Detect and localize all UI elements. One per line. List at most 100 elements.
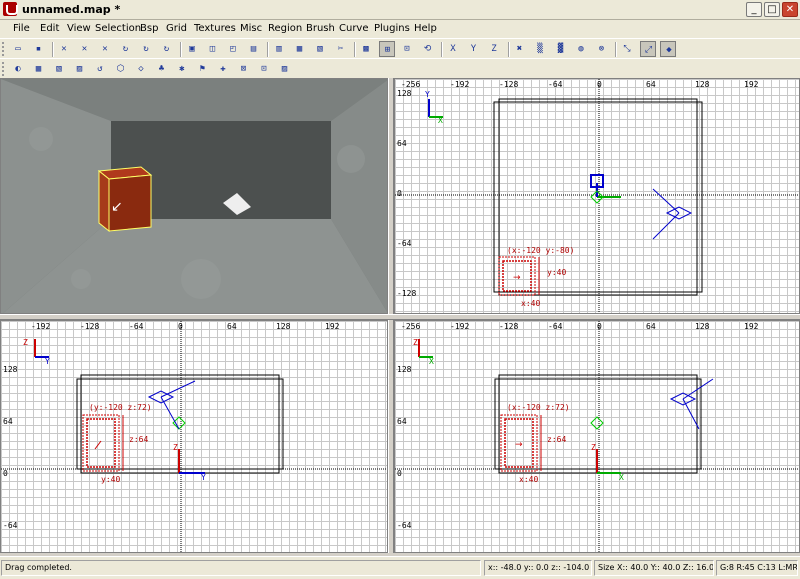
camera-render[interactable]: ↙ xyxy=(1,79,388,314)
close-button[interactable]: ✕ xyxy=(782,2,798,17)
open-button[interactable]: ▭ xyxy=(10,41,26,57)
patch-invert-button[interactable]: ↺ xyxy=(92,61,108,77)
rotate-z-button[interactable]: ↻ xyxy=(159,41,175,57)
select-touching-button[interactable]: ◫ xyxy=(205,41,221,57)
selection-width-label: x:40 xyxy=(521,299,541,308)
title-bar: unnamed.map * _ □ ✕ xyxy=(0,0,800,20)
menu-selection[interactable]: Selection xyxy=(95,23,141,34)
status-grid: G:8 R:45 C:13 L:MR xyxy=(716,560,798,576)
status-message: Drag completed. xyxy=(1,560,481,576)
menu-file[interactable]: File xyxy=(13,23,30,34)
toolbar-grip[interactable] xyxy=(2,62,6,76)
lock-icon: ⊗ xyxy=(598,44,605,54)
patch-button[interactable]: ◍ xyxy=(573,41,589,57)
menu-bsp[interactable]: Bsp xyxy=(140,23,158,34)
flip-x-button[interactable]: ✕ xyxy=(56,41,72,57)
minimize-button[interactable]: _ xyxy=(746,2,762,17)
xz-ortho-view[interactable]: -256 -192 -128 -64 0 64 128 192 128 64 0 -64 → Z X … xyxy=(394,320,800,553)
menu-brush[interactable]: Brush xyxy=(306,23,335,34)
patch-thicken-button[interactable]: ▧ xyxy=(51,61,67,77)
main-toolbar: ▭ ▪ ✕ ✕ ✕ ↻ ↻ ↻ ▣ ◫ ◰ ▤ ▥ ▦ ▧ ✂ ▩ ⊞ ⊡ ⟲ X Y Z ✖ ▒ ▓ ◍ ⊗ ⤡ ⤢ ◆ xyxy=(0,38,800,59)
toggle-button[interactable]: ▨ xyxy=(277,61,293,77)
menu-misc[interactable]: Misc xyxy=(240,23,262,34)
select-touching-icon: ◫ xyxy=(209,44,216,54)
selection-width-label: y:40 xyxy=(101,475,121,484)
svg-text:→: → xyxy=(515,440,523,450)
free-rotate-button[interactable]: ⤡ xyxy=(619,41,635,57)
view-xz-button[interactable]: Y xyxy=(466,41,482,57)
axis-label-vertical: Y xyxy=(425,90,430,99)
clipper-button[interactable]: ✂ xyxy=(333,41,349,57)
csg-merge-button[interactable]: ▦ xyxy=(292,41,308,57)
region-button[interactable]: ▓ xyxy=(553,41,569,57)
patch-cap-button[interactable]: ▦ xyxy=(31,61,47,77)
menu-curve[interactable]: Curve xyxy=(339,23,369,34)
csg-subtract-icon: ▥ xyxy=(276,44,282,54)
toolbar-separator xyxy=(507,42,510,57)
camera-move-icon: ⟲ xyxy=(423,44,432,54)
svg-text:→: → xyxy=(513,273,521,283)
secondary-toolbar: ◐ ▦ ▧ ▨ ↺ ⬡ ◇ ♣ ✱ ⚑ ✚ ⊠ ⊡ ▨ xyxy=(0,58,800,79)
texture-view-button[interactable]: ⊞ xyxy=(378,41,395,57)
select-complete-tall-icon: ▣ xyxy=(189,44,195,54)
axis-label-horizontal: X xyxy=(438,116,443,125)
yz-ortho-view[interactable]: -192 -128 -64 0 64 128 192 128 64 0 -64 Z Y (y:-12… xyxy=(0,320,388,553)
menu-edit[interactable]: Edit xyxy=(40,23,59,34)
menu-plugins[interactable]: Plugins xyxy=(374,23,410,34)
free-rotate-icon: ⤡ xyxy=(623,44,631,54)
view-yz-button[interactable]: Z xyxy=(486,41,502,57)
patch-bend-button[interactable]: ◆ xyxy=(660,41,676,57)
toolbar-grip[interactable] xyxy=(2,42,6,56)
clone-button[interactable]: ⊡ xyxy=(256,61,272,77)
selection-height-label: z:64 xyxy=(547,435,567,444)
select-complete-tall-button[interactable]: ▣ xyxy=(184,41,200,57)
patch-tesselate-button[interactable]: ◇ xyxy=(133,61,149,77)
patch-redisperse-icon: ⬡ xyxy=(116,64,125,74)
view-yz-icon: Z xyxy=(491,44,497,54)
texture-lock-button[interactable]: ◐ xyxy=(10,61,26,77)
patch-matrix-button[interactable]: ▨ xyxy=(72,61,88,77)
view-xy-button[interactable]: X xyxy=(445,41,461,57)
menu-textures[interactable]: Textures xyxy=(194,23,236,34)
menu-grid[interactable]: Grid xyxy=(166,23,187,34)
rotate-y-button[interactable]: ↻ xyxy=(138,41,154,57)
delete-button[interactable]: ⊠ xyxy=(236,61,252,77)
bend-button[interactable]: ✱ xyxy=(174,61,190,77)
weld-button[interactable]: ✚ xyxy=(215,61,231,77)
maximize-button[interactable]: □ xyxy=(764,2,780,17)
csg-subtract-button[interactable]: ▥ xyxy=(271,41,287,57)
toolbar-separator xyxy=(52,42,54,57)
flip-y-button[interactable]: ✕ xyxy=(77,41,93,57)
change-views-icon: ▩ xyxy=(363,44,369,54)
camera-move-button[interactable]: ⟲ xyxy=(420,41,436,57)
hollow-button[interactable]: ▧ xyxy=(312,41,328,57)
entity-button[interactable]: ✖ xyxy=(512,41,528,57)
selection-position-label: (x:-120 y:-80) xyxy=(507,246,575,255)
dropper-button[interactable]: ♣ xyxy=(154,61,170,77)
rotate-x-button[interactable]: ↻ xyxy=(118,41,134,57)
scale-button[interactable]: ⤢ xyxy=(639,41,656,57)
selection-position-label: (y:-120 z:72) xyxy=(89,403,152,412)
xy-ortho-view[interactable]: -256 -192 -128 -64 0 64 128 192 128 64 0 -64 -128 → … xyxy=(394,78,800,314)
origin-axis-z: Z xyxy=(173,443,178,452)
menu-help[interactable]: Help xyxy=(414,23,437,34)
menu-view[interactable]: View xyxy=(67,23,91,34)
region-icon: ▓ xyxy=(557,44,564,54)
select-inside-button[interactable]: ▤ xyxy=(246,41,262,57)
save-button[interactable]: ▪ xyxy=(31,41,47,57)
flip-z-button[interactable]: ✕ xyxy=(97,41,113,57)
view-xz-icon: Y xyxy=(470,44,477,54)
select-partial-tall-button[interactable]: ◰ xyxy=(225,41,241,57)
cubic-clip-icon: ⊡ xyxy=(404,44,410,54)
change-views-button[interactable]: ▩ xyxy=(358,41,374,57)
selected-brush[interactable]: ↙ xyxy=(97,166,153,233)
menu-region[interactable]: Region xyxy=(268,23,302,34)
toolbar-separator xyxy=(441,42,443,57)
patch-redisperse-button[interactable]: ⬡ xyxy=(113,61,129,77)
filter-button[interactable]: ▒ xyxy=(532,41,548,57)
insert-button[interactable]: ⚑ xyxy=(195,61,211,77)
camera-view[interactable]: ↙ xyxy=(0,78,388,314)
cubic-clip-button[interactable]: ⊡ xyxy=(399,41,415,57)
lock-button[interactable]: ⊗ xyxy=(594,41,610,57)
csg-merge-icon: ▦ xyxy=(296,44,303,54)
